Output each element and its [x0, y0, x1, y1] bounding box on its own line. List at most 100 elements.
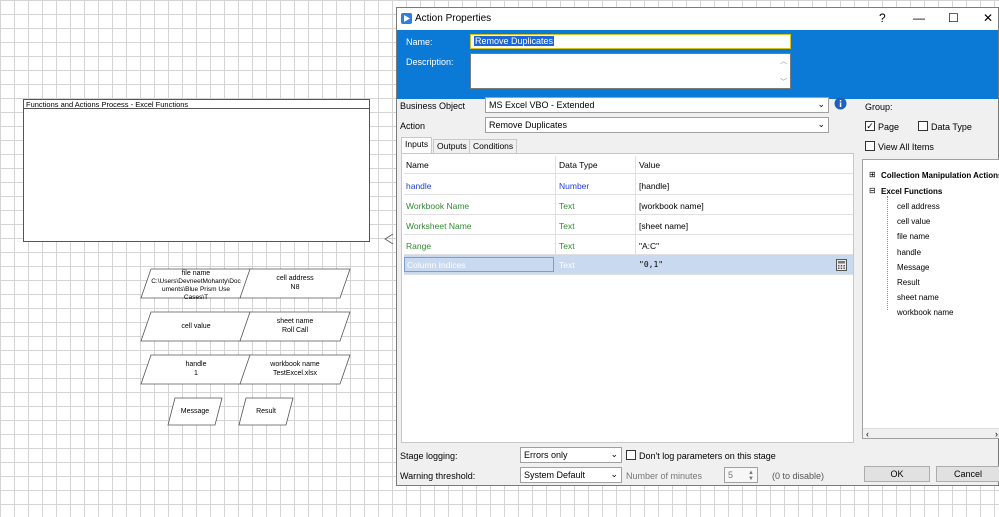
scroll-right-icon[interactable]: › — [995, 429, 998, 438]
param-name: Range — [406, 241, 432, 251]
data-item-file-name[interactable]: file name C:\Users\DevneetMohanty\Doc um… — [140, 268, 252, 301]
minimize-button[interactable]: — — [913, 11, 925, 25]
param-type: Number — [559, 181, 590, 191]
process-stage-block[interactable]: Functions and Actions Process - Excel Fu… — [23, 99, 370, 242]
data-item-label: cell value — [181, 323, 211, 330]
tab-outputs[interactable]: Outputs — [433, 139, 471, 153]
data-item-message[interactable]: Message — [167, 397, 223, 426]
table-row[interactable]: Range Text "A:C" — [404, 235, 853, 255]
table-row[interactable]: Worksheet Name Text [sheet name] — [404, 215, 853, 235]
tree-leaf[interactable]: Message — [897, 263, 929, 272]
tree-leaf[interactable]: cell address — [897, 202, 940, 211]
data-item-value: TestExcel.xlsx — [273, 370, 317, 377]
inputs-panel: Name Data Type Value handle Number [hand… — [401, 153, 854, 443]
data-item-tree[interactable]: ⊞ Collection Manipulation Actions ⊟ Exce… — [862, 159, 999, 439]
param-type: Text — [559, 221, 575, 231]
stepper-arrows-icon[interactable]: ▲ ▼ — [748, 470, 754, 482]
data-item-cell-value[interactable]: cell value — [140, 311, 252, 342]
close-button[interactable]: ✕ — [983, 11, 993, 25]
data-item-sheet-name[interactable]: sheet name Roll Call — [239, 311, 351, 342]
warning-threshold-select[interactable]: System Default ⌄ — [520, 467, 622, 483]
ok-button[interactable]: OK — [864, 466, 930, 482]
tree-node-excel-functions[interactable]: Excel Functions — [881, 187, 942, 196]
data-item-label: Message — [180, 408, 210, 415]
page-checkbox[interactable]: ✓ — [865, 121, 875, 131]
minutes-stepper[interactable]: 5 ▲ ▼ — [724, 467, 758, 483]
data-item-label: Result — [256, 408, 276, 415]
description-field[interactable]: ︿ ﹀ — [470, 53, 791, 89]
param-name: Column Indices — [407, 260, 466, 270]
data-item-label: handle — [185, 361, 207, 368]
cancel-button[interactable]: Cancel — [936, 466, 999, 482]
tree-node-collection[interactable]: Collection Manipulation Actions — [881, 171, 999, 180]
scroll-down-icon[interactable]: ﹀ — [780, 77, 787, 87]
chevron-down-icon: ⌄ — [610, 469, 618, 479]
help-button[interactable]: ? — [879, 11, 886, 25]
param-type: Text — [559, 201, 575, 211]
business-object-value: MS Excel VBO - Extended — [489, 100, 595, 110]
description-label: Description: — [406, 57, 454, 67]
param-name: handle — [406, 181, 432, 191]
action-select[interactable]: Remove Duplicates ⌄ — [485, 117, 829, 133]
param-value[interactable]: [handle] — [639, 181, 669, 191]
dont-log-checkbox[interactable] — [626, 450, 636, 460]
param-name-field[interactable]: Column Indices — [404, 257, 554, 272]
collapse-icon[interactable]: ⊟ — [869, 186, 876, 195]
tab-conditions[interactable]: Conditions — [469, 139, 518, 153]
calculator-icon[interactable] — [836, 259, 847, 271]
scroll-up-icon[interactable]: ︿ — [780, 56, 787, 66]
disable-hint: (0 to disable) — [772, 471, 825, 481]
param-name: Worksheet Name — [406, 221, 472, 231]
param-value[interactable]: "0,1" — [639, 260, 663, 269]
maximize-button[interactable]: ☐ — [948, 11, 959, 25]
chevron-down-icon: ⌄ — [817, 99, 825, 109]
data-item-cell-address[interactable]: cell address N8 — [239, 268, 351, 299]
tree-leaf[interactable]: Result — [897, 278, 920, 287]
tree-leaf[interactable]: cell value — [897, 217, 930, 226]
tree-leaf[interactable]: file name — [897, 232, 929, 241]
tab-inputs[interactable]: Inputs — [401, 137, 433, 153]
scroll-left-icon[interactable]: ‹ — [866, 429, 869, 438]
header-band: Name: Remove Duplicates Description: ︿ ﹀ — [397, 30, 998, 99]
horizontal-scrollbar[interactable]: ‹ › — [863, 428, 999, 438]
data-item-label: file name — [181, 270, 211, 277]
dont-log-label: Don't log parameters on this stage — [639, 451, 776, 461]
column-header-data-type: Data Type — [559, 160, 598, 170]
minutes-value: 5 — [728, 470, 734, 480]
grid-header: Name Data Type Value — [404, 156, 853, 174]
param-value[interactable]: [sheet name] — [639, 221, 688, 231]
param-value[interactable]: [workbook name] — [639, 201, 704, 211]
stage-logging-select[interactable]: Errors only ⌄ — [520, 447, 622, 463]
minutes-label: Number of minutes — [626, 471, 703, 481]
warning-threshold-value: System Default — [524, 470, 586, 480]
action-properties-dialog: Action Properties ? — ☐ ✕ Name: Remove D… — [396, 7, 999, 486]
param-value[interactable]: "A:C" — [639, 241, 659, 251]
warning-threshold-label: Warning threshold: — [400, 471, 476, 481]
data-item-workbook-name[interactable]: workbook name TestExcel.xlsx — [239, 354, 351, 385]
tree-leaf[interactable]: workbook name — [897, 308, 953, 317]
action-stage-icon — [401, 13, 412, 24]
table-row[interactable]: Workbook Name Text [workbook name] — [404, 195, 853, 215]
data-item-label: workbook name — [270, 361, 320, 368]
data-item-handle[interactable]: handle 1 — [140, 354, 252, 385]
table-row[interactable]: handle Number [handle] — [404, 175, 853, 195]
param-type: Text — [559, 260, 575, 270]
tree-leaf[interactable]: handle — [897, 248, 921, 257]
tree-leaf[interactable]: sheet name — [897, 293, 939, 302]
action-label: Action — [400, 121, 426, 131]
data-item-result[interactable]: Result — [238, 397, 294, 426]
expand-icon[interactable]: ⊞ — [869, 170, 876, 179]
page-label: Page — [878, 122, 900, 132]
name-label: Name: — [406, 37, 433, 47]
data-item-value: N8 — [290, 284, 300, 291]
stage-logging-label: Stage logging: — [400, 451, 458, 461]
name-field[interactable]: Remove Duplicates — [470, 34, 791, 49]
table-row-selected[interactable]: Column Indices Text "0,1" — [404, 255, 853, 275]
name-value: Remove Duplicates — [474, 36, 555, 46]
datatype-label: Data Type — [931, 122, 972, 132]
info-icon[interactable] — [834, 97, 847, 110]
business-object-select[interactable]: MS Excel VBO - Extended ⌄ — [485, 97, 829, 113]
datatype-checkbox[interactable] — [918, 121, 928, 131]
view-all-checkbox[interactable] — [865, 141, 875, 151]
data-item-label: sheet name — [276, 318, 314, 325]
